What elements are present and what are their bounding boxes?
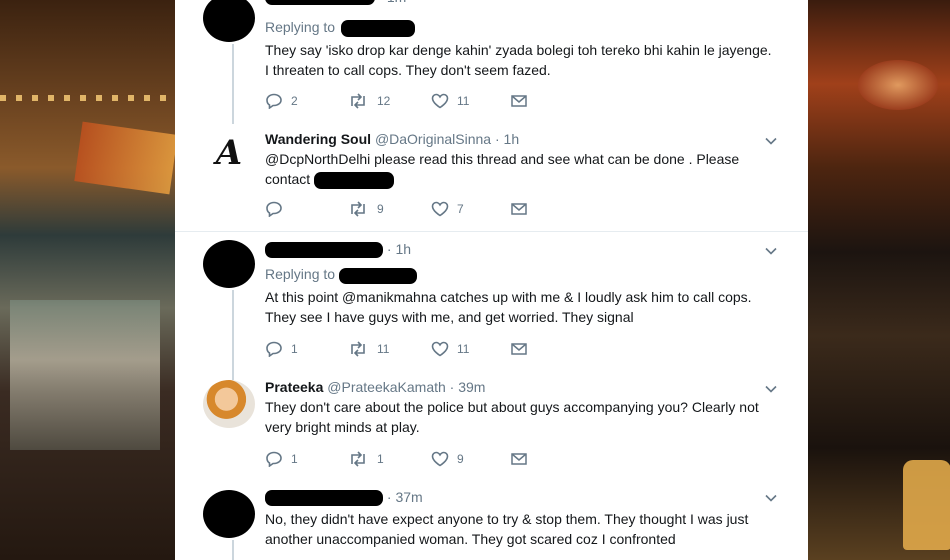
reply-icon — [266, 451, 282, 467]
avatar-redacted[interactable] — [203, 240, 255, 288]
envelope-icon — [511, 95, 527, 107]
retweet-button[interactable]: 1 — [347, 451, 431, 467]
like-button[interactable]: 11 — [431, 93, 511, 109]
redacted-name — [265, 242, 383, 259]
tweet-time[interactable]: · 1h — [495, 131, 519, 147]
tweet-time[interactable]: · 1h — [387, 241, 411, 257]
reply-button[interactable] — [265, 201, 347, 217]
dm-button[interactable] — [511, 202, 593, 216]
tweet-time[interactable]: · 39m — [450, 379, 486, 395]
tweet[interactable]: · 37m No, they didn't have expect anyone… — [175, 482, 808, 560]
heart-icon — [431, 451, 449, 467]
tweet[interactable]: A Wandering Soul @DaOriginalSinna · 1h @… — [175, 122, 808, 230]
tweet[interactable]: · 1h Replying to At this point @manikmah… — [175, 232, 808, 380]
background-photo-left — [0, 0, 178, 560]
envelope-icon — [511, 203, 527, 215]
hanging-lamp — [858, 60, 938, 110]
tweet[interactable]: 1m Replying to They say 'isko drop kar d… — [175, 0, 808, 124]
chair — [903, 460, 950, 550]
tweet-actions: 2 12 11 — [265, 91, 778, 111]
tweet-thread-panel[interactable]: 1m Replying to They say 'isko drop kar d… — [175, 0, 808, 560]
retweet-button[interactable]: 9 — [347, 201, 431, 217]
tweet-actions: 9 7 — [265, 199, 778, 219]
dm-button[interactable] — [511, 452, 593, 466]
tweet-header: 1m — [265, 0, 778, 6]
avatar[interactable] — [203, 380, 255, 428]
heart-icon — [431, 201, 449, 217]
reply-button[interactable]: 1 — [265, 451, 347, 467]
tweet-text: They don't care about the police but abo… — [265, 399, 759, 435]
string-lights — [0, 95, 175, 101]
thread-line — [232, 44, 234, 124]
retweet-button[interactable]: 11 — [347, 341, 431, 357]
like-button[interactable]: 9 — [431, 451, 511, 467]
display-name[interactable]: Wandering Soul — [265, 131, 371, 147]
envelope-icon — [511, 342, 527, 355]
tweet-header: Wandering Soul @DaOriginalSinna · 1h — [265, 130, 778, 148]
reply-button[interactable]: 1 — [265, 341, 347, 357]
reply-icon — [266, 93, 282, 109]
avatar-redacted[interactable] — [203, 0, 255, 42]
display-case — [10, 300, 160, 450]
redacted-mention — [340, 19, 415, 37]
welcome-sign — [74, 121, 178, 195]
tweet-text: At this point @manikmahna catches up wit… — [265, 288, 752, 325]
tweet-actions: 1 11 11 — [265, 339, 778, 359]
display-name[interactable]: Prateeka — [265, 379, 323, 395]
like-button[interactable]: 11 — [431, 341, 511, 357]
avatar-redacted[interactable] — [203, 490, 255, 538]
reply-icon — [266, 201, 282, 217]
retweet-icon — [351, 93, 365, 109]
redacted-name — [265, 490, 383, 507]
replying-to: Replying to — [265, 18, 778, 37]
handle[interactable]: @DaOriginalSinna — [375, 131, 491, 147]
retweet-icon — [351, 201, 365, 217]
envelope-icon — [511, 453, 527, 465]
reply-icon — [266, 341, 282, 357]
tweet-text: @DcpNorthDelhi please read this thread a… — [265, 151, 740, 189]
tweet[interactable]: Prateeka @PrateekaKamath · 39m They don'… — [175, 372, 808, 482]
retweet-icon — [351, 341, 365, 357]
heart-icon — [431, 93, 449, 109]
tweet-text: No, they didn't have expect anyone to tr… — [265, 511, 749, 548]
handle[interactable]: @PrateekaKamath — [327, 379, 446, 395]
dm-button[interactable] — [511, 342, 593, 356]
heart-icon — [431, 341, 449, 357]
like-button[interactable]: 7 — [431, 201, 511, 217]
tweet-header: · 1h — [265, 240, 778, 259]
tweet-time[interactable]: · 37m — [387, 489, 423, 505]
tweet-header: · 37m — [265, 488, 778, 507]
dm-button[interactable] — [511, 94, 593, 108]
tweet-time[interactable]: 1m — [387, 0, 406, 5]
tweet-text: They say 'isko drop kar denge kahin' zya… — [265, 41, 772, 78]
avatar[interactable]: A — [203, 130, 255, 178]
redacted-mention — [338, 267, 417, 284]
retweet-button[interactable]: 12 — [347, 93, 431, 109]
redacted-mention — [314, 171, 395, 189]
replying-to: Replying to — [265, 265, 778, 284]
tweet-actions: 1 1 9 — [265, 449, 778, 469]
retweet-icon — [351, 451, 365, 467]
tweet-header: Prateeka @PrateekaKamath · 39m — [265, 378, 778, 396]
redacted-name — [265, 0, 375, 6]
thread-line — [232, 540, 234, 560]
thread-line — [232, 290, 234, 380]
background-photo-right — [808, 0, 950, 560]
reply-button[interactable]: 2 — [265, 93, 347, 109]
